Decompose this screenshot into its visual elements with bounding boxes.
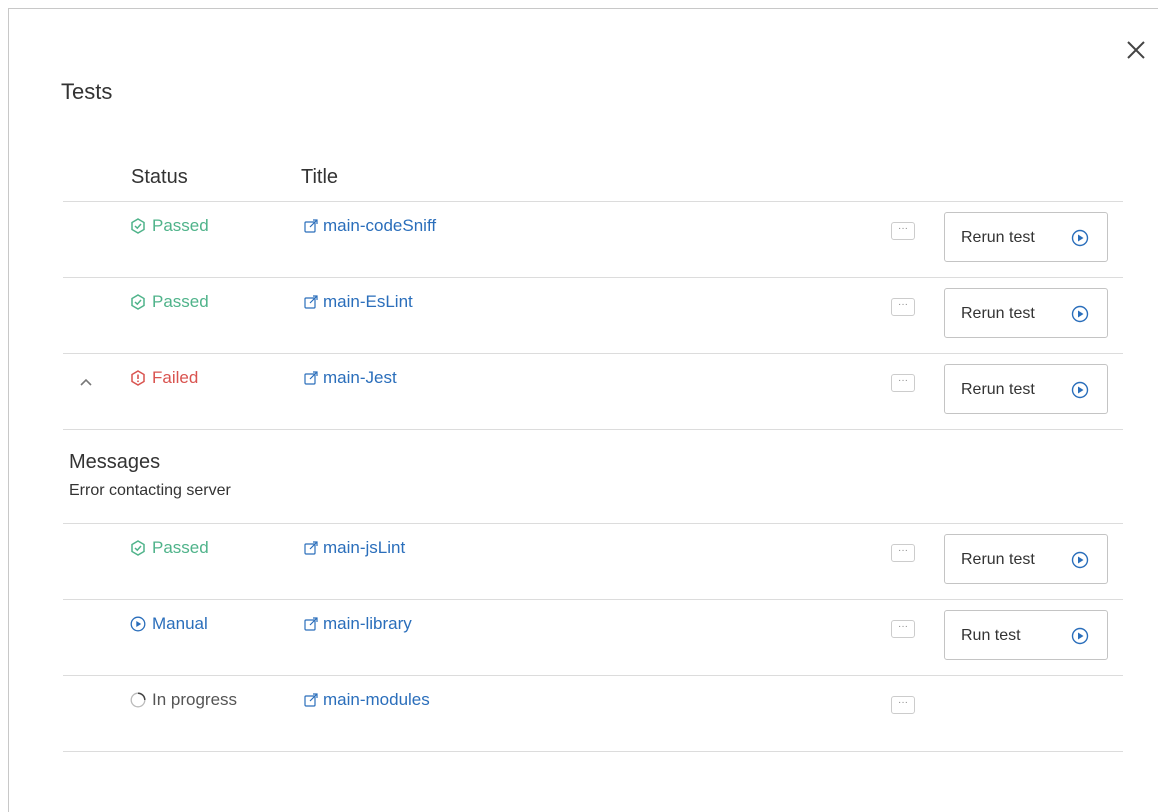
- check-shield-icon: [131, 218, 145, 234]
- check-shield-icon: [131, 294, 145, 310]
- status-badge: Passed: [130, 292, 209, 312]
- messages-heading: Messages: [69, 451, 161, 473]
- table-row: In progress main-modules ···: [63, 676, 1123, 752]
- test-title: main-EsLint: [323, 292, 413, 311]
- test-title: main-codeSniff: [323, 216, 437, 235]
- test-link[interactable]: main-library: [303, 614, 412, 634]
- test-link[interactable]: main-codeSniff: [303, 216, 436, 236]
- test-link[interactable]: main-modules: [303, 690, 430, 710]
- status-text: Passed: [152, 292, 209, 311]
- more-icon[interactable]: ···: [891, 298, 915, 316]
- play-circle-icon: [1071, 551, 1089, 569]
- button-label: Rerun test: [961, 229, 1035, 246]
- rerun-test-button[interactable]: Rerun test: [944, 534, 1108, 584]
- external-link-icon: [304, 541, 318, 555]
- close-icon[interactable]: [1125, 39, 1147, 61]
- chevron-up-icon[interactable]: [79, 374, 93, 392]
- play-circle-icon: [1071, 381, 1089, 399]
- tests-dialog: Tests Status Title Passed main-codeSniff…: [8, 8, 1158, 812]
- messages-text: Error contacting server: [69, 482, 231, 499]
- header-status: Status: [131, 166, 188, 188]
- rerun-test-button[interactable]: Rerun test: [944, 288, 1108, 338]
- test-link[interactable]: main-jsLint: [303, 538, 405, 558]
- dialog-title: Tests: [61, 79, 113, 104]
- divider: [63, 429, 1123, 430]
- status-text: Passed: [152, 538, 209, 557]
- status-badge: Passed: [130, 216, 209, 236]
- status-text: In progress: [152, 690, 238, 709]
- header-title: Title: [301, 166, 339, 188]
- status-text: Manual: [152, 614, 208, 633]
- test-title: main-jsLint: [323, 538, 406, 557]
- external-link-icon: [304, 617, 318, 631]
- test-title: main-Jest: [323, 368, 397, 387]
- test-title: main-library: [323, 614, 412, 633]
- check-shield-icon: [131, 540, 145, 556]
- more-icon[interactable]: ···: [891, 620, 915, 638]
- table-row: Passed main-codeSniff ··· Rerun test: [63, 202, 1123, 278]
- table-row: Manual main-library ··· Run test: [63, 600, 1123, 676]
- messages-panel: Messages Error contacting server: [69, 451, 231, 500]
- external-link-icon: [304, 295, 318, 309]
- status-badge: Manual: [130, 614, 208, 634]
- table-row: Passed main-jsLint ··· Rerun test: [63, 524, 1123, 600]
- more-icon[interactable]: ···: [891, 544, 915, 562]
- external-link-icon: [304, 693, 318, 707]
- more-icon[interactable]: ···: [891, 696, 915, 714]
- external-link-icon: [304, 371, 318, 385]
- status-text: Passed: [152, 216, 209, 235]
- status-badge: Failed: [130, 368, 198, 388]
- test-link[interactable]: main-Jest: [303, 368, 397, 388]
- external-link-icon: [304, 219, 318, 233]
- table-row: Passed main-EsLint ··· Rerun test: [63, 278, 1123, 354]
- rerun-test-button[interactable]: Rerun test: [944, 364, 1108, 414]
- play-circle-icon: [130, 616, 146, 632]
- more-icon[interactable]: ···: [891, 374, 915, 392]
- play-circle-icon: [1071, 305, 1089, 323]
- button-label: Run test: [961, 627, 1021, 644]
- run-test-button[interactable]: Run test: [944, 610, 1108, 660]
- test-link[interactable]: main-EsLint: [303, 292, 413, 312]
- rerun-test-button[interactable]: Rerun test: [944, 212, 1108, 262]
- button-label: Rerun test: [961, 305, 1035, 322]
- more-icon[interactable]: ···: [891, 222, 915, 240]
- status-badge: Passed: [130, 538, 209, 558]
- test-title: main-modules: [323, 690, 430, 709]
- table-row: Failed main-Jest ··· Rerun test: [63, 354, 1123, 430]
- play-circle-icon: [1071, 627, 1089, 645]
- play-circle-icon: [1071, 229, 1089, 247]
- status-badge: In progress: [130, 690, 237, 710]
- spinner-icon: [130, 692, 146, 708]
- button-label: Rerun test: [961, 381, 1035, 398]
- status-text: Failed: [152, 368, 199, 387]
- alert-shield-icon: [131, 370, 145, 386]
- button-label: Rerun test: [961, 551, 1035, 568]
- divider: [63, 751, 1123, 752]
